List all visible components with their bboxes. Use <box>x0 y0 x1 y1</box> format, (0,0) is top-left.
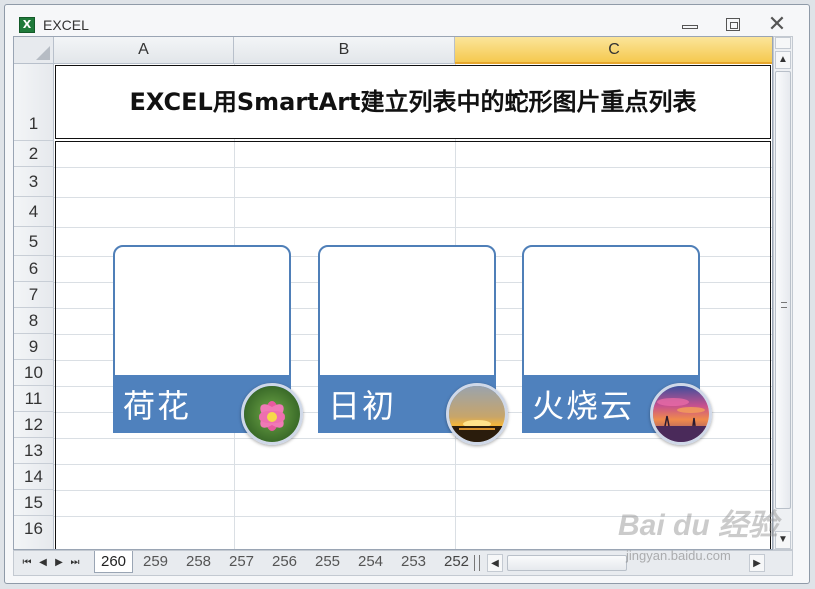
close-button[interactable]: ✕ <box>762 13 792 37</box>
arrow-left-icon: ◀ <box>491 558 499 569</box>
close-icon: ✕ <box>767 11 787 36</box>
sheet-tab-bar: ⏮ ◀ ▶ ⏭ 260 259 258 257 256 255 254 253 … <box>13 550 793 576</box>
gridline <box>54 490 772 491</box>
smartart-item-label: 火烧云 <box>532 387 635 425</box>
scroll-down-button[interactable]: ▼ <box>775 531 791 549</box>
smartart-item-sunset-clouds[interactable]: 火烧云 <box>522 245 712 445</box>
row-header-7[interactable]: 7 <box>14 282 54 308</box>
row-header-5[interactable]: 5 <box>14 227 54 256</box>
smartart-item-lotus[interactable]: 荷花 <box>113 245 303 445</box>
row-header-16[interactable]: 16 <box>14 516 54 549</box>
tab-split-handle[interactable] <box>474 555 480 571</box>
gridline <box>54 464 772 465</box>
row-header-11[interactable]: 11 <box>14 386 54 412</box>
window-title: EXCEL <box>43 17 89 33</box>
first-sheet-button[interactable]: ⏮ <box>20 554 34 572</box>
arrow-down-icon: ▼ <box>778 534 788 545</box>
gridline <box>54 167 772 168</box>
smartart-item-sunrise[interactable]: 日初 <box>318 245 508 445</box>
row-header-14[interactable]: 14 <box>14 464 54 490</box>
vertical-scroll-thumb[interactable] <box>775 71 791 509</box>
horizontal-scrollbar[interactable]: ◀ ▶ <box>487 553 765 573</box>
sheet-tab-256[interactable]: 256 <box>266 551 303 573</box>
column-header-b[interactable]: B <box>234 37 455 64</box>
row-header-12[interactable]: 12 <box>14 412 54 438</box>
select-all-button[interactable] <box>14 37 54 64</box>
scroll-right-button[interactable]: ▶ <box>749 554 765 572</box>
maximize-button[interactable] <box>718 13 748 37</box>
minimize-button[interactable] <box>675 13 705 37</box>
worksheet-grid[interactable]: A B C 1 2 3 4 5 6 7 8 9 10 11 12 13 14 1… <box>13 36 773 550</box>
gridline <box>54 516 772 517</box>
column-header-a[interactable]: A <box>54 37 234 64</box>
excel-icon: X <box>19 17 35 33</box>
vertical-scrollbar[interactable]: ▲ ▼ <box>773 36 793 550</box>
row-header-2[interactable]: 2 <box>14 141 54 167</box>
sheet-tab-254[interactable]: 254 <box>352 551 389 573</box>
sheet-title-cell[interactable]: EXCEL用SmartArt建立列表中的蛇形图片重点列表 <box>55 65 771 139</box>
column-header-c[interactable]: C <box>455 37 772 64</box>
scroll-up-button[interactable]: ▲ <box>775 51 791 69</box>
gridline <box>54 197 772 198</box>
row-header-4[interactable]: 4 <box>14 197 54 227</box>
next-sheet-button[interactable]: ▶ <box>52 554 66 572</box>
sheet-tab-259[interactable]: 259 <box>137 551 174 573</box>
minimize-icon <box>682 25 698 29</box>
sheet-tab-253[interactable]: 253 <box>395 551 432 573</box>
row-header-15[interactable]: 15 <box>14 490 54 516</box>
smartart-item-label: 日初 <box>328 387 397 425</box>
first-icon: ⏮ <box>22 557 32 568</box>
row-header-10[interactable]: 10 <box>14 360 54 386</box>
arrow-up-icon: ▲ <box>778 54 788 65</box>
prev-icon: ◀ <box>39 557 47 568</box>
sunset-clouds-photo[interactable] <box>650 383 712 445</box>
sheet-tab-255[interactable]: 255 <box>309 551 346 573</box>
row-header-3[interactable]: 3 <box>14 167 54 197</box>
prev-sheet-button[interactable]: ◀ <box>36 554 50 572</box>
sheet-tab-260[interactable]: 260 <box>94 551 134 573</box>
last-icon: ⏭ <box>70 557 80 568</box>
last-sheet-button[interactable]: ⏭ <box>68 554 82 572</box>
sheet-tab-252[interactable]: 252 <box>438 551 474 573</box>
sunrise-photo[interactable] <box>446 383 508 445</box>
next-icon: ▶ <box>55 557 63 568</box>
arrow-right-icon: ▶ <box>753 558 761 569</box>
maximize-icon <box>726 18 740 31</box>
gridline <box>54 227 772 228</box>
split-handle[interactable] <box>775 37 791 49</box>
grip-icon <box>781 302 787 308</box>
row-header-6[interactable]: 6 <box>14 256 54 282</box>
row-header-9[interactable]: 9 <box>14 334 54 360</box>
scroll-left-button[interactable]: ◀ <box>487 554 503 572</box>
lotus-photo[interactable] <box>241 383 303 445</box>
horizontal-scroll-thumb[interactable] <box>507 555 627 571</box>
row-header-13[interactable]: 13 <box>14 438 54 464</box>
sheet-tab-257[interactable]: 257 <box>223 551 260 573</box>
row-header-8[interactable]: 8 <box>14 308 54 334</box>
sheet-tab-258[interactable]: 258 <box>180 551 217 573</box>
row-header-1[interactable]: 1 <box>14 64 54 141</box>
smartart-item-label: 荷花 <box>123 387 192 425</box>
